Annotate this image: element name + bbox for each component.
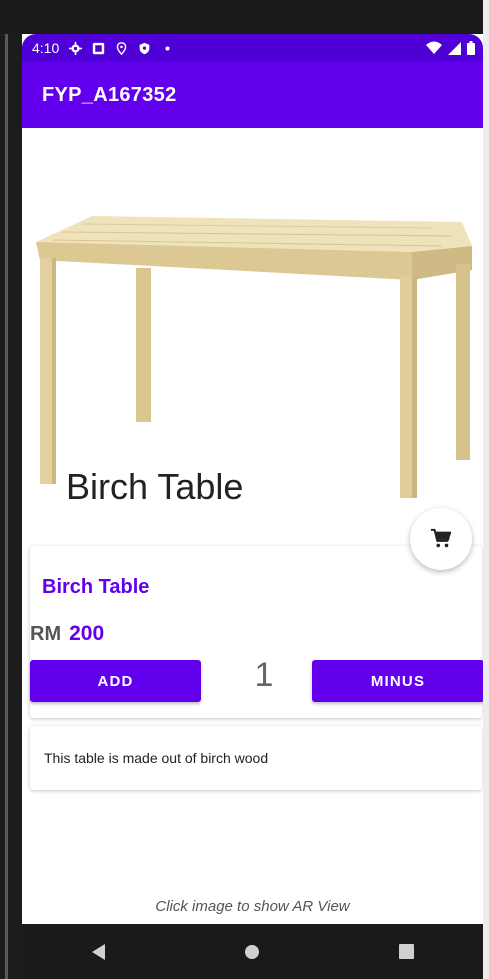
table-leg-shadow — [52, 258, 56, 484]
status-bar: 4:10 — [22, 34, 483, 62]
cart-icon — [430, 528, 452, 548]
price-currency: RM — [30, 623, 62, 645]
quantity-value: 1 — [254, 656, 274, 694]
wifi-icon — [426, 41, 442, 54]
home-icon — [245, 944, 260, 959]
back-icon — [91, 943, 105, 960]
product-name: Birch Table — [42, 576, 150, 598]
nav-home-button[interactable] — [222, 932, 282, 972]
product-detail-content: Birch Table Birch Table RM 200 ADD 1 MIN… — [22, 128, 483, 924]
system-nav-bar — [22, 924, 483, 979]
device-frame-right — [483, 0, 489, 979]
price-row: RM 200 — [30, 622, 104, 646]
nav-back-button[interactable] — [69, 932, 129, 972]
signal-icon — [448, 41, 461, 55]
nav-recents-button[interactable] — [376, 932, 436, 972]
image-icon — [93, 42, 105, 54]
status-right — [426, 41, 475, 55]
table-leg-back-left — [136, 268, 151, 422]
product-image[interactable] — [32, 168, 472, 498]
settings-icon — [69, 41, 83, 55]
status-time: 4:10 — [32, 40, 60, 56]
app-title: FYP_A167352 — [42, 83, 177, 106]
device-frame-top — [0, 0, 489, 34]
ar-view-hint: Click image to show AR View — [155, 898, 350, 915]
image-title: Birch Table — [66, 466, 244, 507]
add-button[interactable]: ADD — [30, 660, 201, 702]
app-bar: FYP_A167352 — [22, 62, 483, 128]
status-left: 4:10 — [32, 40, 174, 56]
dot-icon — [165, 45, 170, 51]
table-leg-shadow — [412, 276, 417, 498]
device-frame-left — [0, 0, 22, 979]
product-card: Birch Table RM 200 ADD 1 MINUS — [30, 546, 483, 718]
battery-icon — [467, 41, 475, 55]
price-value: 200 — [69, 622, 105, 645]
table-leg-back-right — [456, 264, 470, 460]
location-icon — [116, 41, 127, 55]
minus-button[interactable]: MINUS — [312, 660, 483, 702]
recents-icon — [398, 944, 414, 959]
cart-button[interactable] — [410, 508, 472, 570]
shield-icon — [139, 42, 150, 54]
product-description: This table is made out of birch wood — [44, 750, 269, 766]
description-card: This table is made out of birch wood — [30, 726, 482, 790]
device-frame-edge — [5, 0, 8, 979]
